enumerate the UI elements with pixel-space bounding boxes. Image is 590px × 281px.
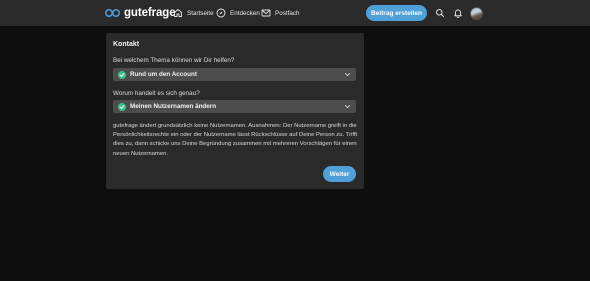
create-post-button[interactable]: Beitrag erstellen [366, 5, 427, 21]
notifications-button[interactable] [452, 7, 464, 19]
avatar[interactable] [470, 7, 483, 20]
nav-inbox[interactable]: Postfach [261, 7, 300, 19]
nav-home-label: Startseite [187, 9, 214, 17]
page-title: Kontakt [113, 41, 140, 48]
contact-card: Kontakt Bei welchem Thema können wir Dir… [106, 33, 364, 189]
subtopic-select[interactable]: Meinen Nutzernamen ändern [113, 100, 356, 113]
top-navigation-bar: gutefrage Startseite Entdecken Postfach … [0, 0, 590, 26]
subtopic-question-label: Worum handelt es sich genau? [113, 90, 200, 97]
chevron-down-icon [344, 104, 351, 109]
nav-explore[interactable]: Entdecken [216, 7, 260, 19]
topic-question-label: Bei welchem Thema können wir Dir helfen? [113, 57, 235, 64]
topic-select[interactable]: Rund um den Account [113, 68, 356, 81]
chevron-down-icon [344, 72, 351, 77]
search-button[interactable] [434, 7, 446, 19]
home-icon [174, 9, 182, 17]
nav-home[interactable]: Startseite [173, 7, 214, 19]
info-text: gutefrage ändert grundsätzlich keine Nut… [113, 123, 358, 157]
next-button[interactable]: Weiter [323, 166, 356, 182]
check-icon [118, 70, 126, 79]
logo-text: gutefrage [124, 7, 176, 19]
compass-icon [216, 8, 226, 18]
bell-icon [454, 9, 462, 18]
mail-icon [261, 9, 271, 17]
search-icon [436, 9, 444, 17]
subtopic-select-value: Meinen Nutzernamen ändern [130, 103, 217, 110]
nav-explore-label: Entdecken [230, 9, 260, 17]
topic-select-value: Rund um den Account [130, 71, 197, 78]
logo-icon [105, 9, 120, 17]
nav-inbox-label: Postfach [275, 9, 300, 17]
check-icon [118, 102, 126, 111]
logo-link[interactable]: gutefrage [105, 6, 176, 20]
